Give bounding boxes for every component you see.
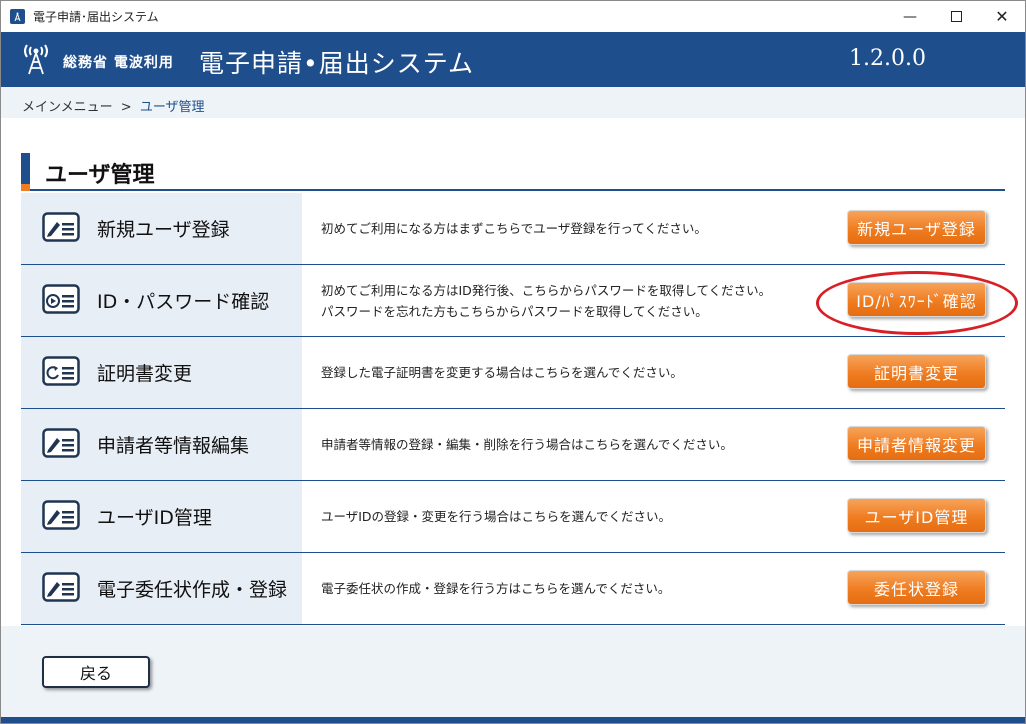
ministry-label: 総務省 電波利用 xyxy=(63,55,174,71)
form-edit-icon xyxy=(42,212,80,242)
menu-row-title: ID・パスワード確認 xyxy=(97,291,270,313)
minimize-button[interactable]: — xyxy=(887,1,933,32)
description-line: 登録した電子証明書を変更する場合はこちらを選んでください。 xyxy=(321,365,683,380)
description-line: 電子委任状の作成・登録を行う方はこちらを選んでください。 xyxy=(321,581,671,596)
menu-row-certificate: 証明書変更 登録した電子証明書を変更する場合はこちらを選んでください。 証明書変… xyxy=(21,337,1005,409)
section-heading: ユーザ管理 xyxy=(21,153,1005,191)
menu-row-description: 申請者等情報の登録・編集・削除を行う場合はこちらを選んでください。 xyxy=(321,409,831,480)
description-line: 初めてご利用になる方はID発行後、こちらからパスワードを取得してください。 xyxy=(321,282,772,298)
minimize-icon: — xyxy=(903,8,917,25)
page-title: ユーザ管理 xyxy=(45,163,155,188)
form-play-icon xyxy=(42,284,80,314)
menu-row-id-password: ID・パスワード確認 初めてご利用になる方はID発行後、こちらからパスワードを取… xyxy=(21,265,1018,337)
breadcrumb-current: ユーザ管理 xyxy=(139,100,205,115)
title-bar: 電子申請･届出システム — ✕ xyxy=(1,1,1025,32)
heading-underline xyxy=(30,189,1005,191)
main-panel: ユーザ管理 新規ユーザ登録 初めてご利用になる方はまずこちらでユーザ登録を行って… xyxy=(1,118,1025,626)
app-header: 総務省 電波利用 電子申請•届出システム 1.2.0.0 xyxy=(1,32,1025,87)
breadcrumb-home[interactable]: メインメニュー xyxy=(22,100,113,115)
user-id-management-button[interactable]: ユーザID管理 xyxy=(847,498,986,533)
description-line: 申請者等情報の登録・編集・削除を行う場合はこちらを選んでください。 xyxy=(321,437,733,452)
menu-row-user-id: ユーザID管理 ユーザIDの登録・変更を行う場合はこちらを選んでください。 ユー… xyxy=(21,481,1005,553)
menu-list: 新規ユーザ登録 初めてご利用になる方はまずこちらでユーザ登録を行ってください。 … xyxy=(21,193,1018,625)
description-line: ユーザIDの登録・変更を行う場合はこちらを選んでください。 xyxy=(321,509,671,524)
menu-row-description: 電子委任状の作成・登録を行う方はこちらを選んでください。 xyxy=(321,553,831,624)
form-edit-icon xyxy=(42,572,80,602)
form-refresh-icon xyxy=(42,356,80,386)
menu-row-description: 初めてご利用になる方はまずこちらでユーザ登録を行ってください。 xyxy=(321,193,831,264)
version-label: 1.2.0.0 xyxy=(849,46,926,71)
menu-row-title: 電子委任状作成・登録 xyxy=(97,579,288,601)
register-proxy-button[interactable]: 委任状登録 xyxy=(847,570,986,605)
form-edit-icon xyxy=(42,428,80,458)
menu-row-applicant-info: 申請者等情報編集 申請者等情報の登録・編集・削除を行う場合はこちらを選んでくださ… xyxy=(21,409,1005,481)
menu-row-description: 初めてご利用になる方はID発行後、こちらからパスワードを取得してください。 パス… xyxy=(321,265,831,336)
description-line: パスワードを忘れた方もこちらからパスワードを取得してください。 xyxy=(321,303,708,319)
close-icon: ✕ xyxy=(995,7,1009,26)
menu-row-new-user: 新規ユーザ登録 初めてご利用になる方はまずこちらでユーザ登録を行ってください。 … xyxy=(21,193,1005,265)
maximize-button[interactable] xyxy=(933,1,979,32)
breadcrumb: メインメニュー > ユーザ管理 xyxy=(1,87,1025,117)
menu-row-title: 新規ユーザ登録 xyxy=(97,219,230,241)
heading-accent-blue xyxy=(21,153,30,184)
back-button[interactable]: 戻る xyxy=(42,656,150,688)
menu-row-title: ユーザID管理 xyxy=(97,507,212,529)
new-user-button[interactable]: 新規ユーザ登録 xyxy=(847,210,986,245)
change-certificate-button[interactable]: 証明書変更 xyxy=(847,354,986,389)
close-button[interactable]: ✕ xyxy=(979,1,1025,32)
breadcrumb-separator: > xyxy=(120,100,132,115)
system-title: 電子申請•届出システム xyxy=(199,49,474,78)
menu-row-description: ユーザIDの登録・変更を行う場合はこちらを選んでください。 xyxy=(321,481,831,552)
menu-row-power-of-attorney: 電子委任状作成・登録 電子委任状の作成・登録を行う方はこちらを選んでください。 … xyxy=(21,553,1005,625)
window-title: 電子申請･届出システム xyxy=(33,10,159,24)
menu-row-title: 申請者等情報編集 xyxy=(97,435,250,457)
menu-row-title: 証明書変更 xyxy=(97,363,193,385)
change-applicant-info-button[interactable]: 申請者情報変更 xyxy=(847,426,986,461)
app-icon xyxy=(10,9,25,24)
form-edit-icon xyxy=(42,500,80,530)
antenna-logo-icon xyxy=(24,44,48,75)
id-password-confirm-button[interactable]: ID/ﾊﾟｽﾜｰﾄﾞ確認 xyxy=(847,282,986,317)
description-line: 初めてご利用になる方はまずこちらでユーザ登録を行ってください。 xyxy=(321,221,707,236)
footer-bar xyxy=(1,717,1025,723)
heading-accent-orange xyxy=(21,184,30,191)
app-window: 電子申請･届出システム — ✕ 総務省 電波利用 電子申請•届出システム 1.2… xyxy=(0,0,1026,724)
menu-row-description: 登録した電子証明書を変更する場合はこちらを選んでください。 xyxy=(321,337,831,408)
maximize-icon xyxy=(950,11,962,22)
